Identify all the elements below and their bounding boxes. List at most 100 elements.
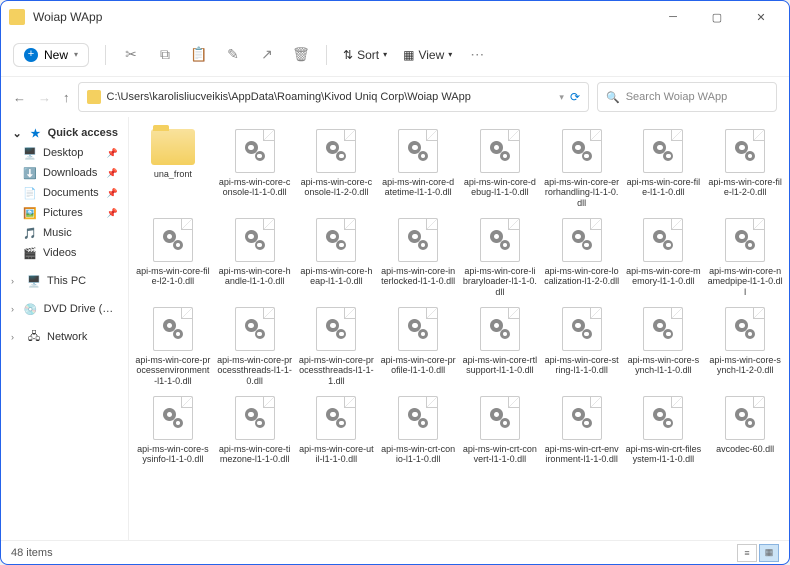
new-button[interactable]: + New ▾ [13,43,89,67]
file-item[interactable]: api-ms-win-core-timezone-l1-1-0.dll [215,392,295,469]
icons-view-button[interactable]: ▦ [759,544,779,562]
file-name: api-ms-win-core-libraryloader-l1-1-0.dll [462,266,538,297]
file-item[interactable]: api-ms-win-crt-filesystem-l1-1-0.dll [624,392,704,469]
back-button[interactable]: ← [13,90,26,105]
file-name: api-ms-win-core-file-l1-1-0.dll [626,177,702,198]
sort-icon: ⇅ [343,48,353,62]
titlebar[interactable]: Woiap WApp ─ ▢ ✕ [1,1,789,33]
toolbar: + New ▾ ✂ ⧉ 📋 ✎ ↗ 🗑 ⇅ Sort ▾ ▦ View ▾ ⋯ [1,33,789,77]
file-item[interactable]: api-ms-win-core-console-l1-1-0.dll [215,125,295,212]
more-button[interactable]: ⋯ [468,46,486,64]
item-label: Videos [43,247,76,259]
pin-icon: 📌 [107,208,118,219]
dll-icon [480,129,520,173]
search-placeholder: Search Woiap WApp [626,91,728,103]
view-button[interactable]: ▦ View ▾ [403,48,452,62]
file-name: api-ms-win-core-console-l1-2-0.dll [299,177,375,198]
item-label: Pictures [43,207,83,219]
close-button[interactable]: ✕ [741,3,781,31]
file-item[interactable]: api-ms-win-core-errorhandling-l1-1-0.dll [542,125,622,212]
dll-icon [316,396,356,440]
separator [326,45,327,65]
file-item[interactable]: api-ms-win-core-memory-l1-1-0.dll [624,214,704,301]
item-icon: 🖼️ [23,206,37,220]
copy-icon[interactable]: ⧉ [156,46,174,64]
folder-item[interactable]: una_front [133,125,213,212]
sidebar-item[interactable]: 🎵Music [1,223,128,243]
sidebar-item[interactable]: 🖼️ Pictures 📌 [1,203,128,223]
file-item[interactable]: api-ms-win-core-heap-l1-1-0.dll [297,214,377,301]
file-item[interactable]: api-ms-win-core-file-l1-2-0.dll [705,125,785,212]
file-name: api-ms-win-core-string-l1-1-0.dll [544,355,620,376]
share-icon[interactable]: ↗ [258,46,276,64]
file-name: api-ms-win-core-errorhandling-l1-1-0.dll [544,177,620,208]
forward-button[interactable]: → [38,90,51,105]
paste-icon[interactable]: 📋 [190,46,208,64]
new-label: New [44,48,68,62]
file-name: api-ms-win-core-sysinfo-l1-1-0.dll [135,444,211,465]
file-item[interactable]: api-ms-win-core-sysinfo-l1-1-0.dll [133,392,213,469]
item-label: Documents [43,187,99,199]
pin-icon: 📌 [107,148,118,159]
dll-icon [153,307,193,351]
file-item[interactable]: api-ms-win-core-synch-l1-1-0.dll [624,303,704,390]
file-item[interactable]: api-ms-win-core-libraryloader-l1-1-0.dll [460,214,540,301]
sidebar-network[interactable]: › 🖧 Network [1,327,128,347]
file-item[interactable]: api-ms-win-core-synch-l1-2-0.dll [705,303,785,390]
sidebar-this-pc[interactable]: › 🖥️ This PC [1,271,128,291]
file-item[interactable]: api-ms-win-crt-conio-l1-1-0.dll [378,392,458,469]
cut-icon[interactable]: ✂ [122,46,140,64]
file-grid[interactable]: una_frontapi-ms-win-core-console-l1-1-0.… [129,117,789,540]
file-item[interactable]: api-ms-win-core-processthreads-l1-1-0.dl… [215,303,295,390]
file-item[interactable]: api-ms-win-core-file-l2-1-0.dll [133,214,213,301]
file-name: api-ms-win-core-interlocked-l1-1-0.dll [380,266,456,287]
sidebar-item[interactable]: 📄Documents📌 [1,183,128,203]
rename-icon[interactable]: ✎ [224,46,242,64]
file-item[interactable]: api-ms-win-crt-environment-l1-1-0.dll [542,392,622,469]
minimize-button[interactable]: ─ [653,3,693,31]
file-item[interactable]: api-ms-win-core-processthreads-l1-1-1.dl… [297,303,377,390]
sidebar-dvd-drive[interactable]: › 💿 DVD Drive (D:) CCCC [1,299,128,319]
file-item[interactable]: api-ms-win-core-localization-l1-2-0.dll [542,214,622,301]
maximize-button[interactable]: ▢ [697,3,737,31]
file-item[interactable]: api-ms-win-core-datetime-l1-1-0.dll [378,125,458,212]
address-bar[interactable]: C:\Users\karolisliucveikis\AppData\Roami… [78,82,590,112]
dll-icon [725,396,765,440]
dll-icon [153,218,193,262]
file-item[interactable]: api-ms-win-crt-convert-l1-1-0.dll [460,392,540,469]
file-item[interactable]: api-ms-win-core-string-l1-1-0.dll [542,303,622,390]
sidebar-quick-access[interactable]: ⌄ ★ Quick access [1,123,128,143]
file-item[interactable]: api-ms-win-core-profile-l1-1-0.dll [378,303,458,390]
file-item[interactable]: api-ms-win-core-handle-l1-1-0.dll [215,214,295,301]
details-view-button[interactable]: ≡ [737,544,757,562]
sidebar-item[interactable]: 🖥️Desktop📌 [1,143,128,163]
dll-icon [480,307,520,351]
file-item[interactable]: api-ms-win-core-interlocked-l1-1-0.dll [378,214,458,301]
dll-icon [153,396,193,440]
window-title: Woiap WApp [33,10,653,24]
file-item[interactable]: api-ms-win-core-namedpipe-l1-1-0.dll [705,214,785,301]
dll-icon [562,218,602,262]
chevron-right-icon: › [11,304,18,314]
file-name: api-ms-win-core-memory-l1-1-0.dll [626,266,702,287]
sidebar-item[interactable]: ⬇️Downloads📌 [1,163,128,183]
file-item[interactable]: api-ms-win-core-rtlsupport-l1-1-0.dll [460,303,540,390]
delete-icon[interactable]: 🗑 [292,46,310,64]
item-label: Downloads [43,167,97,179]
sidebar: ⌄ ★ Quick access 🖥️Desktop📌⬇️Downloads📌📄… [1,117,129,540]
file-item[interactable]: api-ms-win-core-processenvironment-l1-1-… [133,303,213,390]
file-item[interactable]: api-ms-win-core-console-l1-2-0.dll [297,125,377,212]
chevron-down-icon: ▾ [448,50,452,59]
refresh-icon[interactable]: ⟳ [570,90,580,104]
file-item[interactable]: avcodec-60.dll [705,392,785,469]
chevron-down-icon[interactable]: ▾ [559,92,564,103]
file-item[interactable]: api-ms-win-core-util-l1-1-0.dll [297,392,377,469]
search-input[interactable]: 🔍 Search Woiap WApp [597,82,777,112]
sort-button[interactable]: ⇅ Sort ▾ [343,48,387,62]
file-name: api-ms-win-core-localization-l1-2-0.dll [544,266,620,287]
up-button[interactable]: ↑ [63,90,70,105]
file-item[interactable]: api-ms-win-core-file-l1-1-0.dll [624,125,704,212]
sidebar-item[interactable]: 🎬Videos [1,243,128,263]
file-item[interactable]: api-ms-win-core-debug-l1-1-0.dll [460,125,540,212]
file-name: api-ms-win-core-console-l1-1-0.dll [217,177,293,198]
